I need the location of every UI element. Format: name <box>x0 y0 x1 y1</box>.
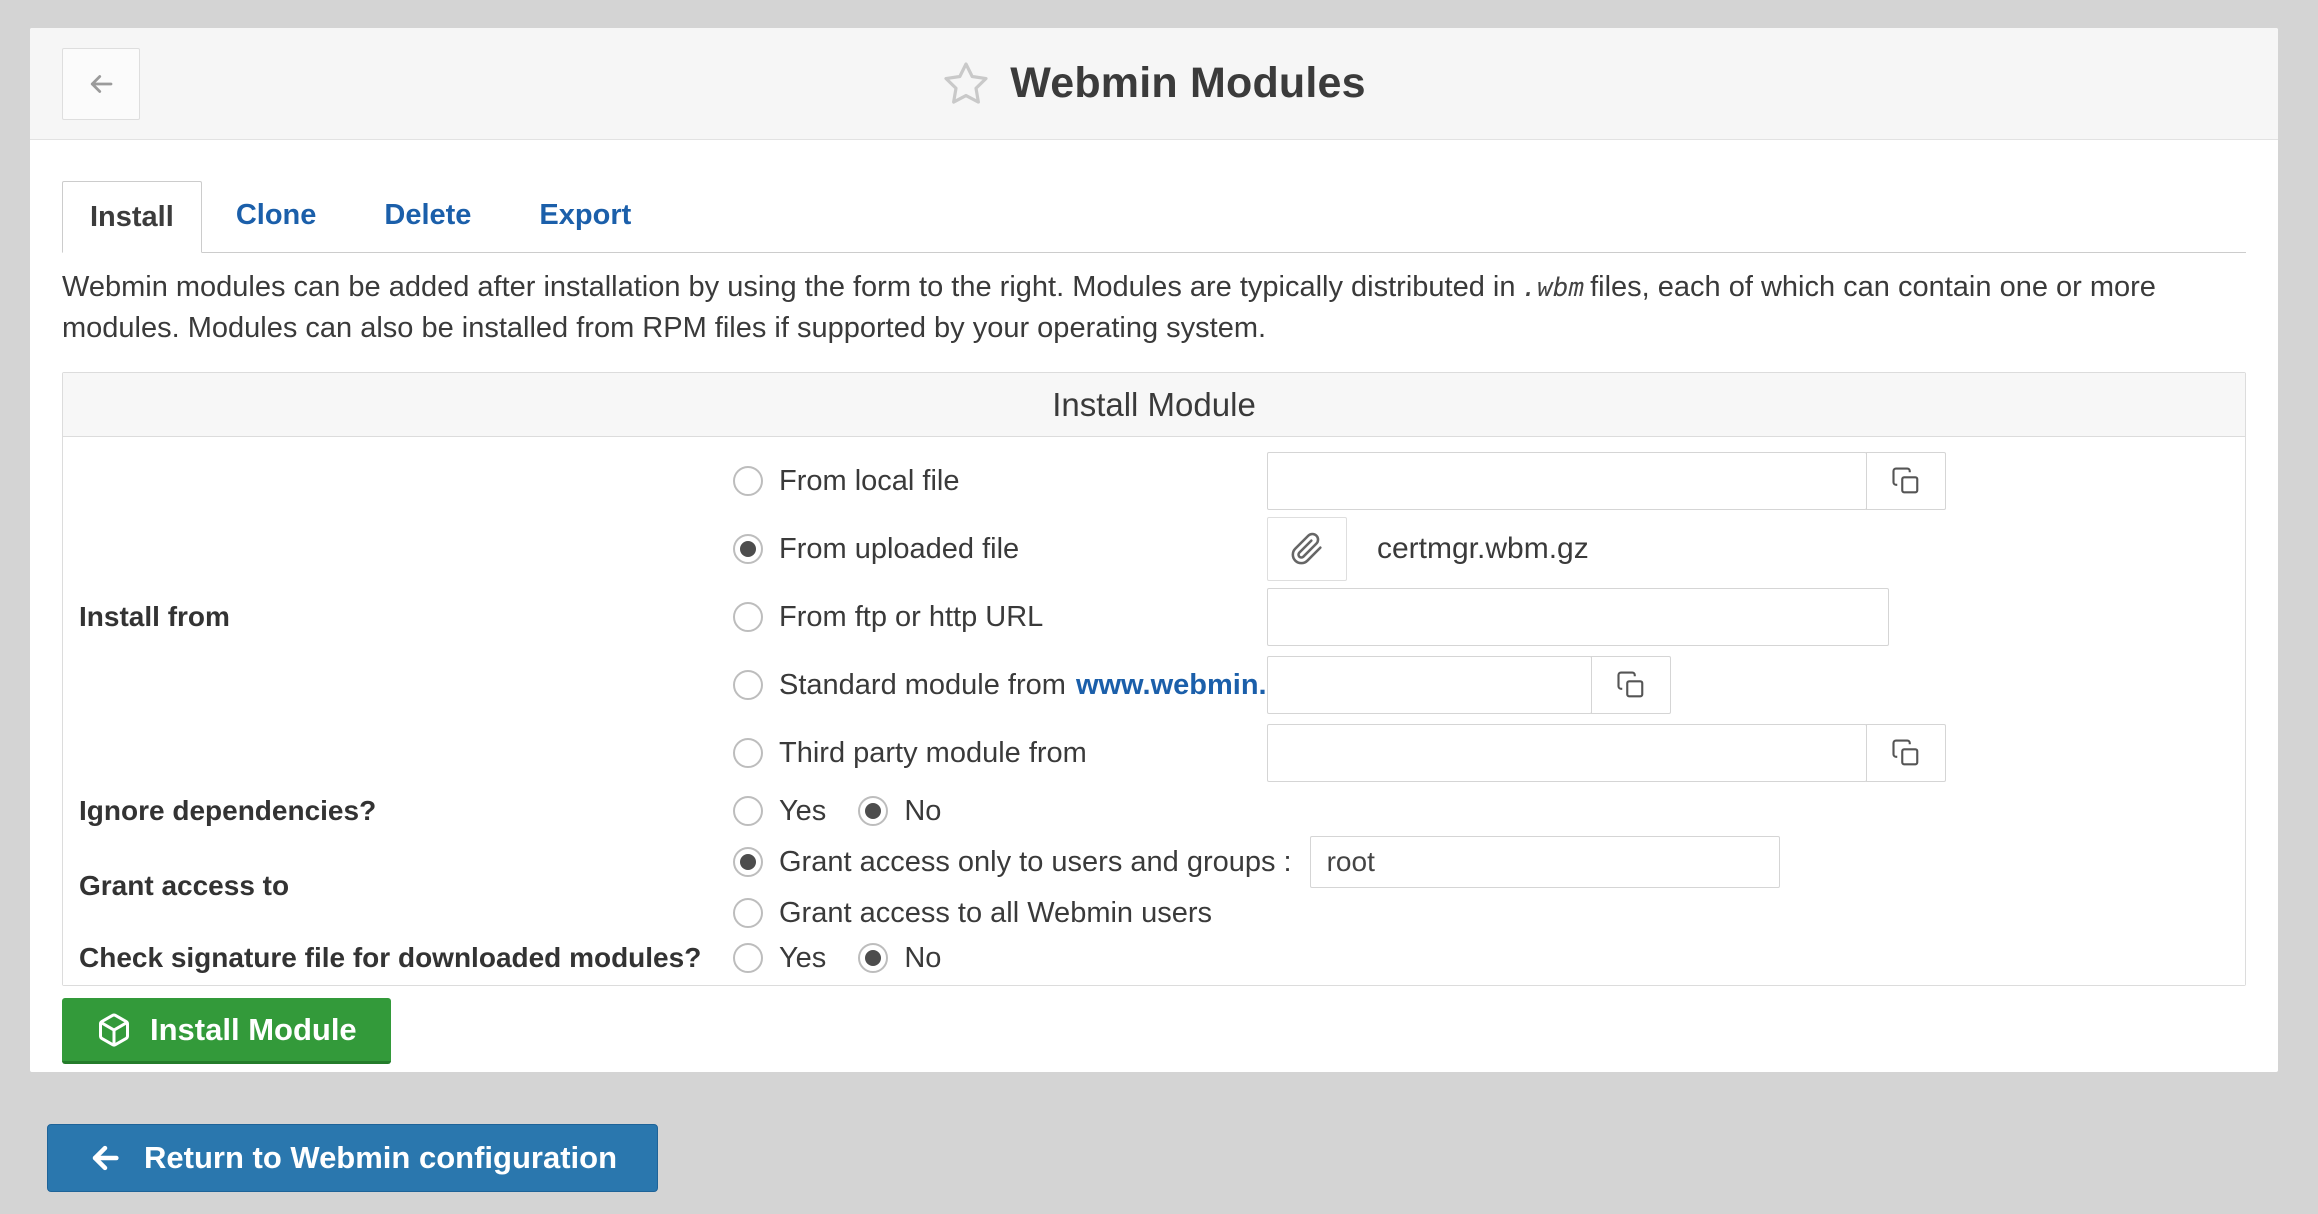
intro-text: Webmin modules can be added after instal… <box>62 267 2246 348</box>
favorite-star-icon[interactable] <box>942 60 990 108</box>
radio-button[interactable] <box>733 943 763 973</box>
install-module-button[interactable]: Install Module <box>62 998 391 1064</box>
option-from-local-file: From local file <box>733 447 2235 515</box>
wbm-extension-code: .wbm <box>1515 273 1590 303</box>
radio-button[interactable] <box>858 796 888 826</box>
option-label: Third party module from <box>779 737 1087 770</box>
page-title: Webmin Modules <box>1010 59 1366 108</box>
option-from-url: From ftp or http URL <box>733 583 2235 651</box>
signature-no-option[interactable]: No <box>858 942 941 975</box>
radio-from-local-file[interactable]: From local file <box>733 465 1267 498</box>
radio-button[interactable] <box>733 738 763 768</box>
ftp-http-url-input[interactable] <box>1267 588 1889 646</box>
option-label: From ftp or http URL <box>779 601 1043 634</box>
tab-export[interactable]: Export <box>505 180 665 252</box>
return-button-label: Return to Webmin configuration <box>144 1140 617 1176</box>
tab-delete[interactable]: Delete <box>350 180 505 252</box>
radio-from-uploaded-file[interactable]: From uploaded file <box>733 533 1267 566</box>
option-from-uploaded-file: From uploaded file certmgr.wbm.gz <box>733 515 2235 583</box>
third-party-input[interactable] <box>1267 724 1867 782</box>
option-label: Grant access only to users and groups : <box>779 846 1292 879</box>
panel-title: Install Module <box>1052 386 1256 424</box>
grant-access-row: Grant access to Grant access only to use… <box>71 835 2235 937</box>
option-label: Yes <box>779 942 826 975</box>
option-label: No <box>904 942 941 975</box>
intro-text-before: Webmin modules can be added after instal… <box>62 271 1515 303</box>
option-label: From uploaded file <box>779 533 1019 566</box>
radio-button[interactable] <box>733 847 763 877</box>
ignore-dependencies-row: Ignore dependencies? Yes No <box>71 787 2235 835</box>
radio-third-party[interactable]: Third party module from <box>733 737 1267 770</box>
ignore-dependencies-label: Ignore dependencies? <box>71 787 733 835</box>
page: Webmin Modules Install Clone Delete Expo… <box>0 0 2318 1214</box>
tab-clone[interactable]: Clone <box>202 180 351 252</box>
radio-button[interactable] <box>733 602 763 632</box>
install-from-label: Install from <box>71 447 733 787</box>
option-third-party: Third party module from <box>733 719 2235 787</box>
tab-bar: Install Clone Delete Export <box>62 180 2246 253</box>
upload-file-button[interactable] <box>1267 517 1347 581</box>
standard-module-input[interactable] <box>1267 656 1592 714</box>
check-signature-label: Check signature file for downloaded modu… <box>71 937 733 979</box>
signature-yes-option[interactable]: Yes <box>733 942 840 975</box>
users-groups-input[interactable] <box>1310 836 1780 888</box>
panel-body: Install from From local file <box>63 437 2245 985</box>
tab-install[interactable]: Install <box>62 181 202 253</box>
install-module-panel: Install Module Install from From local f… <box>62 372 2246 986</box>
content-card: Webmin Modules Install Clone Delete Expo… <box>30 28 2278 1072</box>
file-browser-icon <box>1891 466 1921 496</box>
install-from-row: Install from From local file <box>71 447 2235 787</box>
option-label: Grant access to all Webmin users <box>779 897 1212 930</box>
page-header: Webmin Modules <box>30 28 2278 140</box>
grant-users-groups-option[interactable]: Grant access only to users and groups : <box>733 846 1292 879</box>
back-button[interactable] <box>62 48 140 120</box>
grant-users-groups-option-row: Grant access only to users and groups : <box>733 835 2235 889</box>
radio-standard-module[interactable]: Standard module from www.webmin.com <box>733 669 1267 702</box>
radio-button[interactable] <box>733 466 763 496</box>
radio-button[interactable] <box>733 534 763 564</box>
paperclip-icon <box>1290 532 1324 566</box>
panel-header: Install Module <box>63 373 2245 437</box>
radio-button[interactable] <box>733 670 763 700</box>
back-arrow-icon <box>86 69 116 99</box>
grant-all-users-option-row: Grant access to all Webmin users <box>733 889 2235 937</box>
title-wrap: Webmin Modules <box>30 28 2278 139</box>
return-to-webmin-config-button[interactable]: Return to Webmin configuration <box>47 1124 658 1192</box>
option-label: From local file <box>779 465 960 498</box>
third-party-browse-button[interactable] <box>1866 724 1946 782</box>
uploaded-file-name: certmgr.wbm.gz <box>1377 532 1589 566</box>
install-module-button-label: Install Module <box>150 1012 357 1048</box>
option-label: No <box>904 795 941 828</box>
radio-button[interactable] <box>733 796 763 826</box>
grant-all-users-option[interactable]: Grant access to all Webmin users <box>733 897 1212 930</box>
file-browser-icon <box>1891 738 1921 768</box>
option-label: Standard module from <box>779 669 1066 702</box>
left-arrow-icon <box>88 1141 122 1175</box>
package-icon <box>96 1012 132 1048</box>
ignore-no-option[interactable]: No <box>858 795 941 828</box>
radio-button[interactable] <box>858 943 888 973</box>
local-file-browse-button[interactable] <box>1866 452 1946 510</box>
local-file-input[interactable] <box>1267 452 1867 510</box>
grant-access-label: Grant access to <box>71 835 733 937</box>
file-browser-icon <box>1616 670 1646 700</box>
option-label: Yes <box>779 795 826 828</box>
check-signature-row: Check signature file for downloaded modu… <box>71 937 2235 979</box>
install-from-controls: From local file From uploaded file <box>733 447 2235 787</box>
standard-module-browse-button[interactable] <box>1591 656 1671 714</box>
radio-button[interactable] <box>733 898 763 928</box>
option-standard-module: Standard module from www.webmin.com <box>733 651 2235 719</box>
ignore-yes-option[interactable]: Yes <box>733 795 840 828</box>
radio-from-url[interactable]: From ftp or http URL <box>733 601 1267 634</box>
